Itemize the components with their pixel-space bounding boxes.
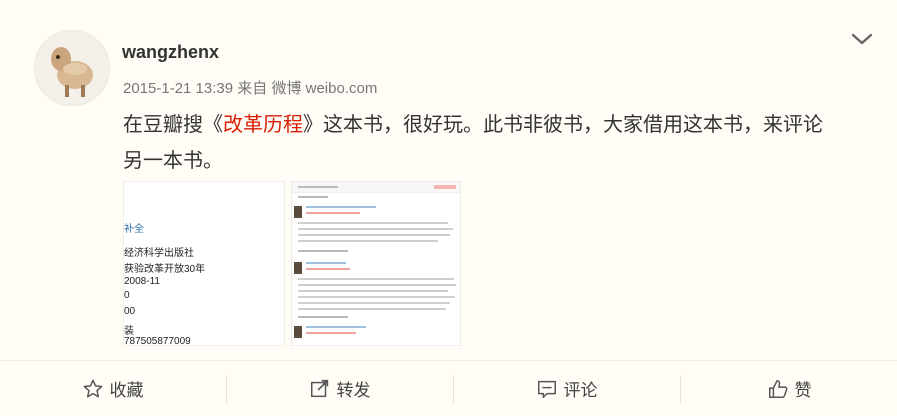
- like-button[interactable]: 赞: [681, 361, 897, 416]
- avatar[interactable]: [34, 30, 110, 106]
- book-info-line: 787505877009: [124, 336, 191, 346]
- book-thumbnail: [294, 262, 302, 274]
- book-info-line: 经济科学出版社: [124, 248, 194, 259]
- username[interactable]: wangzhenx: [122, 42, 219, 63]
- post-text-line2: 另一本书。: [123, 148, 223, 172]
- share-arrow-icon: [310, 379, 328, 397]
- post-meta: 2015-1-21 13:39 来自 微博 weibo.com: [123, 77, 377, 98]
- chevron-down-icon[interactable]: [849, 30, 875, 48]
- book-thumbnail: [294, 326, 302, 338]
- favorite-button[interactable]: 收藏: [0, 361, 225, 416]
- book-title-link[interactable]: 改革历程: [223, 112, 303, 136]
- speech-bubble-icon: [537, 380, 556, 398]
- book-info-line: 补全: [124, 224, 144, 235]
- repost-button[interactable]: 转发: [227, 361, 452, 416]
- comment-label: 评论: [563, 381, 598, 401]
- book-info-line: 装: [124, 326, 134, 337]
- star-icon: [83, 379, 102, 397]
- book-thumbnail: [294, 206, 302, 218]
- timestamp[interactable]: 2015-1-21 13:39: [123, 80, 233, 97]
- book-info-line: 0: [124, 290, 130, 301]
- favorite-label: 收藏: [109, 381, 144, 401]
- book-info-line: 00: [124, 306, 136, 317]
- review-page-header: [292, 182, 460, 193]
- book-info-line: 获验改革开放30年: [124, 264, 206, 275]
- post-text-after: 》这本书，很好玩。此书非彼书，大家借用这本书，来评论: [303, 112, 823, 136]
- post-text: 在豆瓣搜《改革历程》这本书，很好玩。此书非彼书，大家借用这本书，来评论 另一本书…: [123, 106, 883, 178]
- post-image-book-info[interactable]: 补全 经济科学出版社 获验改革开放30年 2008-11 0 00 装 7875…: [123, 181, 285, 346]
- source-prefix: 来自: [237, 80, 268, 97]
- comment-button[interactable]: 评论: [454, 361, 679, 416]
- book-info-line: 2008-11: [124, 276, 160, 287]
- sheep-figure-icon: [35, 31, 109, 105]
- thumbs-up-icon: [768, 379, 787, 398]
- post-image-review-page[interactable]: [291, 181, 461, 346]
- action-bar: 收藏 转发 评论 赞: [0, 360, 897, 416]
- like-label: 赞: [794, 381, 812, 401]
- source-name[interactable]: 微博 weibo.com: [271, 80, 377, 97]
- post-text-before: 在豆瓣搜《: [123, 112, 223, 136]
- weibo-post-card: wangzhenx 2015-1-21 13:39 来自 微博 weibo.co…: [0, 0, 897, 416]
- repost-label: 转发: [336, 381, 371, 401]
